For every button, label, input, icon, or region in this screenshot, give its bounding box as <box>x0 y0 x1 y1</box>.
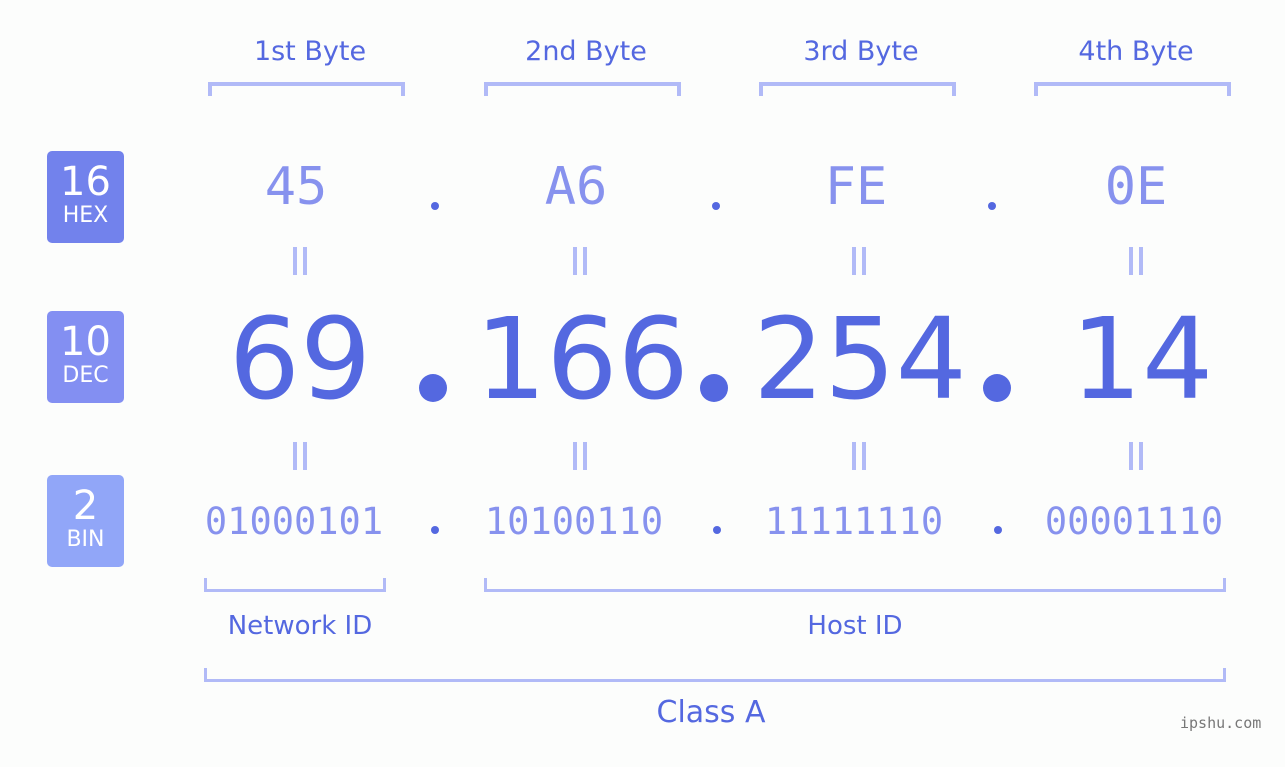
network-id-bracket <box>204 578 386 592</box>
hex-dot-2 <box>712 202 720 210</box>
byte-bracket-3 <box>759 82 956 96</box>
equals-icon <box>293 247 307 275</box>
dec-badge: 10 DEC <box>47 311 124 403</box>
bin-dot-2 <box>713 526 721 534</box>
bin-base: 2 <box>72 483 99 529</box>
hex-byte-2: A6 <box>544 157 608 217</box>
byte-header-4: 4th Byte <box>1078 36 1194 67</box>
dec-dot-3 <box>983 374 1011 402</box>
class-label: Class A <box>656 695 766 730</box>
equals-icon <box>573 442 587 470</box>
watermark: ipshu.com <box>1180 714 1262 732</box>
bin-label: BIN <box>66 527 105 552</box>
byte-bracket-2 <box>484 82 681 96</box>
hex-dot-1 <box>431 202 439 210</box>
bin-dot-1 <box>431 526 439 534</box>
dec-byte-2: 166 <box>475 295 689 425</box>
bin-byte-3: 11111110 <box>764 500 944 543</box>
equals-icon <box>852 247 866 275</box>
hex-byte-1: 45 <box>264 157 328 217</box>
byte-header-3: 3rd Byte <box>803 36 919 67</box>
bin-dot-3 <box>994 526 1002 534</box>
byte-bracket-4 <box>1034 82 1231 96</box>
host-id-bracket <box>484 578 1226 592</box>
hex-byte-3: FE <box>824 157 888 217</box>
dec-base: 10 <box>60 319 111 365</box>
dec-byte-1: 69 <box>228 295 372 425</box>
equals-icon <box>1129 247 1143 275</box>
byte-bracket-1 <box>208 82 405 96</box>
hex-byte-4: 0E <box>1104 157 1168 217</box>
byte-header-1: 1st Byte <box>253 36 367 67</box>
hex-dot-3 <box>988 202 996 210</box>
hex-badge: 16 HEX <box>47 151 124 243</box>
dec-dot-1 <box>419 374 447 402</box>
equals-icon <box>573 247 587 275</box>
host-id-label: Host ID <box>807 611 903 641</box>
bin-badge: 2 BIN <box>47 475 124 567</box>
bin-byte-1: 01000101 <box>204 500 384 543</box>
network-id-label: Network ID <box>227 611 373 641</box>
byte-header-2: 2nd Byte <box>525 36 647 67</box>
equals-icon <box>852 442 866 470</box>
hex-label: HEX <box>62 203 109 228</box>
bin-byte-4: 00001110 <box>1044 500 1224 543</box>
bin-byte-2: 10100110 <box>484 500 664 543</box>
dec-byte-3: 254 <box>753 295 967 425</box>
dec-byte-4: 14 <box>1070 295 1214 425</box>
class-bracket <box>204 668 1226 682</box>
dec-label: DEC <box>62 363 109 388</box>
hex-base: 16 <box>60 159 111 205</box>
equals-icon <box>293 442 307 470</box>
equals-icon <box>1129 442 1143 470</box>
dec-dot-2 <box>700 374 728 402</box>
